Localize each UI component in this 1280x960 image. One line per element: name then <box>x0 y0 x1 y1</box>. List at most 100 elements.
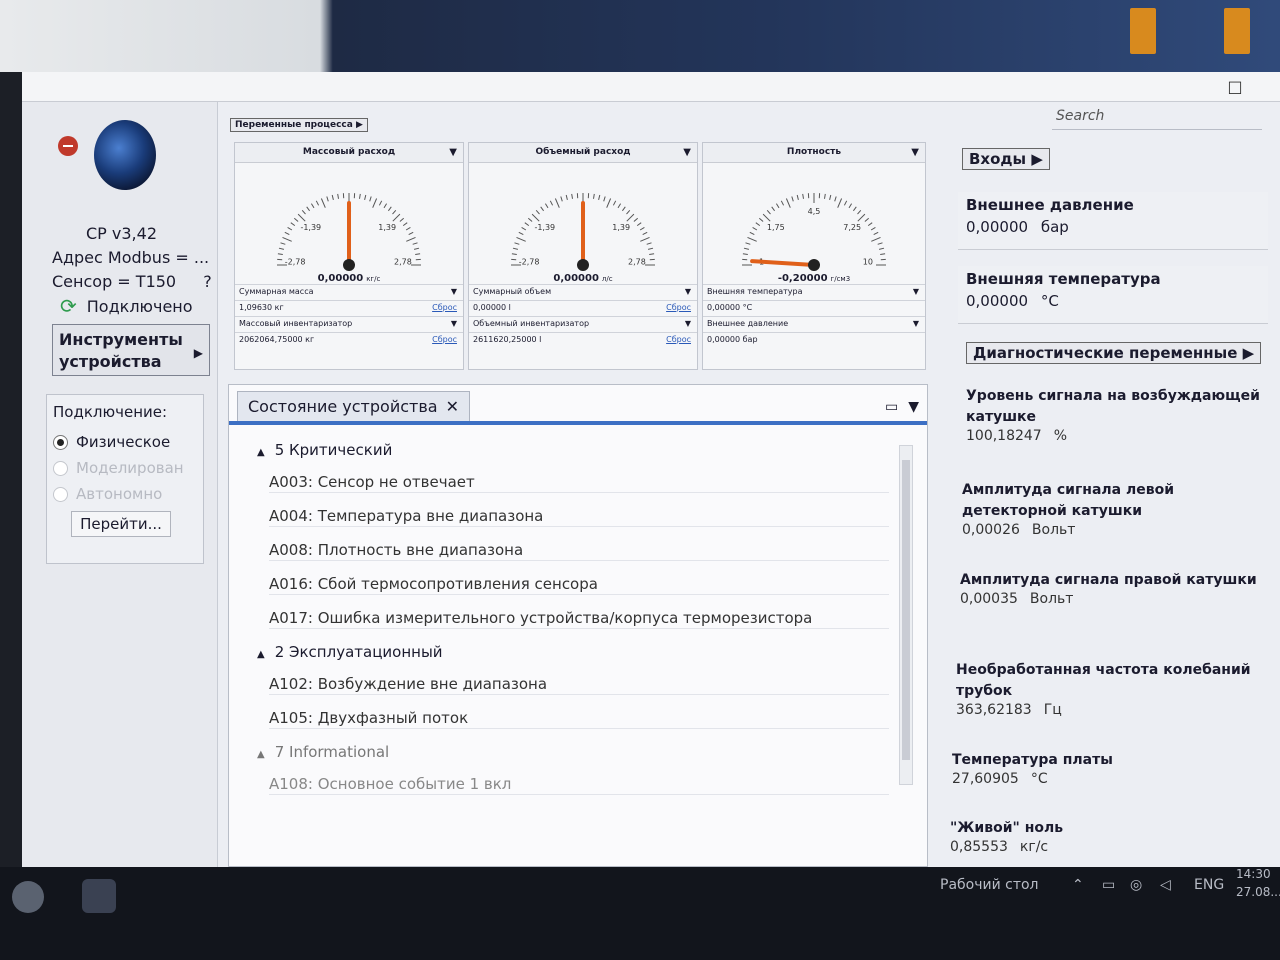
alarm-group-label: 2 Эксплуатационный <box>274 643 443 661</box>
diagnostics-title[interactable]: Диагностические переменные ▶ <box>966 342 1262 364</box>
gauge-hub <box>808 259 820 271</box>
tab-device-status[interactable]: Состояние устройства ✕ <box>237 391 470 421</box>
network-icon[interactable]: ◎ <box>1130 877 1142 893</box>
gauge-tick <box>364 194 367 201</box>
gauge-selector[interactable]: Внешняя температура ▼ <box>703 284 925 300</box>
help-icon[interactable]: ? <box>203 272 212 291</box>
refresh-icon[interactable]: ⟳ <box>60 294 77 318</box>
chevron-right-icon: ▶ <box>193 346 203 360</box>
application-window: □ Search CP v3,42 Адрес Modbus = ... Сен… <box>22 72 1280 867</box>
alarm-group-header[interactable]: ▲ 7 Informational <box>257 743 889 761</box>
chevron-down-icon[interactable]: ▼ <box>683 143 691 162</box>
chevron-down-icon[interactable]: ▼ <box>449 143 457 162</box>
gauge-tick <box>378 200 383 206</box>
diag-live-zero: "Живой" ноль 0,85553 кг/с <box>950 818 1250 855</box>
window-icon[interactable]: ▭ <box>885 399 898 415</box>
clock-date[interactable]: 27.08... <box>1236 885 1280 899</box>
gauge-panel: Плотность▼-11,754,57,2510-0,20000г/см3Вн… <box>702 142 926 370</box>
chevron-down-icon[interactable]: ▼ <box>913 287 919 296</box>
inputs-title[interactable]: Входы ▶ <box>962 148 1050 170</box>
alarm-item[interactable]: A105: Двухфазный поток <box>269 709 889 729</box>
stop-icon[interactable] <box>58 136 78 156</box>
scrollbar-thumb[interactable] <box>902 460 910 760</box>
chevron-up-icon[interactable]: ▲ <box>257 749 265 760</box>
radio-dot[interactable] <box>53 460 68 476</box>
start-button[interactable] <box>12 881 44 913</box>
radio-simulated[interactable]: Моделирован <box>53 459 197 477</box>
search-input[interactable]: Search <box>1052 108 1262 130</box>
status-text: Подключено <box>86 296 193 316</box>
radio-dot[interactable] <box>53 486 68 502</box>
gauge-tick <box>791 196 794 202</box>
chevron-down-icon[interactable]: ▼ <box>908 399 919 415</box>
clock-time[interactable]: 14:30 <box>1236 867 1271 881</box>
reset-link[interactable]: Сброс <box>666 335 691 344</box>
alarm-item[interactable]: A016: Сбой термосопротивления сенсора <box>269 575 889 595</box>
process-variables-title[interactable]: Переменные процесса ▶ <box>230 118 368 132</box>
alarm-item[interactable]: A017: Ошибка измерительного устройства/к… <box>269 609 889 629</box>
chevron-down-icon[interactable]: ▼ <box>911 143 919 162</box>
radio-physical[interactable]: Физическое <box>53 433 197 451</box>
diagnostics-label: Диагностические переменные <box>973 344 1238 362</box>
gauge-selector[interactable]: Внешнее давление ▼ <box>703 316 925 332</box>
gauge-title[interactable]: Плотность ▼ <box>703 143 925 163</box>
battery-icon[interactable]: ▭ <box>1102 877 1115 893</box>
connection-box: Подключение: Физическое Моделирован Авто… <box>46 394 204 564</box>
chevron-up-icon[interactable]: ▲ <box>257 649 265 660</box>
gauge-title[interactable]: Объемный расход ▼ <box>469 143 697 163</box>
radio-offline[interactable]: Автономно <box>53 485 197 503</box>
alarm-group-header[interactable]: ▲ 2 Эксплуатационный <box>257 643 889 661</box>
chevron-down-icon[interactable]: ▼ <box>685 319 691 328</box>
gauge-scale-label: -1,39 <box>534 223 555 232</box>
desktop-folder-icon[interactable] <box>1224 8 1250 54</box>
chevron-down-icon[interactable]: ▼ <box>451 319 457 328</box>
chevron-down-icon[interactable]: ▼ <box>913 319 919 328</box>
language-indicator[interactable]: ENG <box>1194 877 1224 893</box>
go-button[interactable]: Перейти... <box>71 511 171 537</box>
gauge-scale-label: 4,5 <box>808 207 821 216</box>
gauge-tick <box>554 198 560 208</box>
reset-link[interactable]: Сброс <box>432 335 457 344</box>
gauge-tick <box>636 222 642 227</box>
maximize-button[interactable]: □ <box>1224 76 1246 98</box>
sensor-label: Сенсор = T150 <box>52 272 177 291</box>
gauge-total: 2062064,75000 кг Сброс <box>235 332 463 348</box>
gauge-tick <box>775 203 780 209</box>
reset-link[interactable]: Сброс <box>666 303 691 312</box>
gauge-tick <box>745 242 751 245</box>
chevron-up-icon[interactable]: ⌃ <box>1072 877 1084 893</box>
radio-label: Физическое <box>76 433 171 451</box>
gauge-value: -0,20000 г/см3 <box>777 273 851 284</box>
alarm-group-header[interactable]: ▲ 5 Критический <box>257 441 889 459</box>
chevron-up-icon[interactable]: ▲ <box>257 447 265 458</box>
gauge-hub <box>343 259 355 271</box>
gauge-tick <box>278 247 285 250</box>
gauge-scale-label: 7,25 <box>843 223 861 232</box>
gauge-tick <box>301 209 306 215</box>
gauge-selector[interactable]: Суммарный объем ▼ <box>469 284 697 300</box>
alarm-item[interactable]: A003: Сенсор не отвечает <box>269 473 889 493</box>
alarm-item[interactable]: A108: Основное событие 1 вкл <box>269 775 889 795</box>
chevron-down-icon[interactable]: ▼ <box>685 287 691 296</box>
chevron-down-icon[interactable]: ▼ <box>451 287 457 296</box>
gauge-tick <box>864 217 870 222</box>
gauge-tick <box>277 253 283 255</box>
alarm-item[interactable]: A004: Температура вне диапазона <box>269 507 889 527</box>
radio-dot[interactable] <box>53 434 68 450</box>
diag-board-temperature: Температура платы 27,60905 °C <box>952 750 1252 787</box>
gauge-selector[interactable]: Массовый инвентаризатор ▼ <box>235 316 463 332</box>
taskbar-app-icon[interactable] <box>82 879 116 913</box>
device-tools-button[interactable]: Инструменты устройства ▶ <box>52 324 210 376</box>
scrollbar[interactable] <box>899 445 913 785</box>
volume-icon[interactable]: ◁ <box>1160 877 1171 893</box>
gauge-title[interactable]: Массовый расход ▼ <box>235 143 463 163</box>
alarm-item[interactable]: A008: Плотность вне диапазона <box>269 541 889 561</box>
alarm-item[interactable]: A102: Возбуждение вне диапазона <box>269 675 889 695</box>
gauge-selector[interactable]: Объемный инвентаризатор ▼ <box>469 316 697 332</box>
reset-link[interactable]: Сброс <box>432 303 457 312</box>
gauge-selector[interactable]: Суммарная масса ▼ <box>235 284 463 300</box>
desktop-label[interactable]: Рабочий стол <box>940 877 1039 893</box>
connection-header: Подключение: <box>53 403 168 421</box>
close-icon[interactable]: ✕ <box>446 392 459 422</box>
desktop-folder-icon[interactable] <box>1130 8 1156 54</box>
